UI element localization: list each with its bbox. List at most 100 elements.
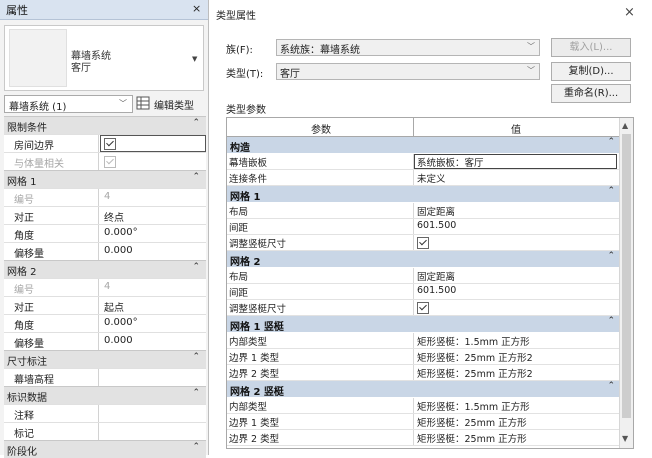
parameter-group-header[interactable]: 网格 2 竖梃 ⌃ — [227, 381, 619, 398]
parameter-row[interactable]: 边界 1 类型 矩形竖梃：25mm 正方形2 — [227, 349, 619, 365]
collapse-icon[interactable]: ⌃ — [192, 262, 200, 272]
collapse-icon[interactable]: ⌃ — [607, 251, 615, 261]
collapse-icon[interactable]: ⌃ — [192, 352, 200, 362]
property-value[interactable]: 0.000° — [104, 227, 138, 238]
collapse-icon[interactable]: ⌃ — [607, 381, 615, 391]
property-row[interactable]: 幕墙高程 — [4, 368, 206, 386]
parameter-row[interactable]: 边界 2 类型 矩形竖梃：25mm 正方形 — [227, 430, 619, 446]
property-row[interactable]: 标记 — [4, 422, 206, 440]
chevron-down-icon[interactable]: ▼ — [192, 55, 197, 63]
close-icon[interactable]: × — [192, 2, 201, 15]
property-group-header[interactable]: 限制条件 ⌃ — [4, 116, 206, 134]
parameter-value[interactable]: 矩形竖梃：25mm 正方形 — [417, 431, 527, 445]
type-dropdown[interactable]: 客厅 ﹀ — [276, 63, 540, 80]
parameter-checkbox[interactable] — [417, 301, 429, 316]
scroll-down-icon[interactable]: ▼ — [622, 434, 628, 443]
parameter-row[interactable]: 边界 1 类型 矩形竖梃：25mm 正方形 — [227, 414, 619, 430]
parameter-value[interactable]: 未定义 — [417, 171, 446, 185]
parameter-row[interactable]: 布局 固定距离 — [227, 268, 619, 284]
rename-button[interactable]: 重命名(R)... — [551, 84, 631, 103]
parameter-value[interactable]: 矩形竖梃：25mm 正方形2 — [417, 350, 533, 364]
property-name: 角度 — [14, 321, 34, 332]
property-row[interactable]: 对正 起点 — [4, 296, 206, 314]
parameter-row[interactable]: 间距 601.500 — [227, 219, 619, 235]
parameter-row[interactable]: 连接条件 未定义 — [227, 170, 619, 186]
parameter-value[interactable]: 矩形竖梃：25mm 正方形2 — [417, 366, 533, 380]
parameter-row[interactable]: 布局 固定距离 — [227, 203, 619, 219]
parameter-value[interactable]: 矩形竖梃：25mm 正方形 — [417, 415, 527, 429]
parameter-group-header[interactable]: 构造 ⌃ — [227, 137, 619, 154]
collapse-icon[interactable]: ⌃ — [607, 186, 615, 196]
property-row[interactable]: 角度 0.000° — [4, 224, 206, 242]
property-value[interactable]: 0.000 — [104, 245, 133, 256]
collapse-icon[interactable]: ⌃ — [607, 137, 615, 147]
parameter-row[interactable]: 幕墙嵌板 系统嵌板：客厅 — [227, 154, 619, 170]
parameter-checkbox[interactable] — [417, 236, 429, 251]
scroll-up-icon[interactable]: ▲ — [622, 121, 628, 130]
chevron-down-icon[interactable]: ﹀ — [119, 98, 127, 109]
property-row[interactable]: 房间边界 — [4, 134, 206, 152]
collapse-icon[interactable]: ⌃ — [607, 316, 615, 326]
property-row[interactable]: 角度 0.000° — [4, 314, 206, 332]
parameter-value[interactable]: 601.500 — [417, 285, 456, 296]
instance-filter-value: 幕墙系统 (1) — [9, 102, 67, 113]
property-group-header[interactable]: 标识数据 ⌃ — [4, 386, 206, 404]
vertical-scrollbar[interactable]: ▲ ▼ — [619, 118, 633, 448]
duplicate-button[interactable]: 复制(D)... — [551, 62, 631, 81]
property-checkbox[interactable] — [104, 137, 116, 152]
property-row[interactable]: 对正 终点 — [4, 206, 206, 224]
column-divider — [413, 219, 414, 234]
property-row[interactable]: 编号 4 — [4, 278, 206, 296]
property-value[interactable]: 0.000° — [104, 317, 138, 328]
parameter-row[interactable]: 边界 2 类型 矩形竖梃：25mm 正方形2 — [227, 365, 619, 381]
parameter-row[interactable]: 内部类型 矩形竖梃：1.5mm 正方形 — [227, 398, 619, 414]
collapse-icon[interactable]: ⌃ — [192, 442, 200, 452]
parameter-row[interactable]: 调整竖梃尺寸 — [227, 235, 619, 251]
parameter-value[interactable]: 固定距离 — [417, 204, 455, 218]
column-divider — [413, 268, 414, 283]
parameter-group-header[interactable]: 网格 1 竖梃 ⌃ — [227, 316, 619, 333]
parameter-row[interactable]: 内部类型 矩形竖梃：1.5mm 正方形 — [227, 333, 619, 349]
instance-filter-dropdown[interactable]: 幕墙系统 (1) ﹀ — [4, 95, 133, 113]
chevron-down-icon: ﹀ — [527, 42, 535, 51]
type-value: 客厅 — [280, 69, 300, 80]
edit-type-button[interactable]: 编辑类型 — [134, 94, 206, 112]
column-divider — [413, 203, 414, 218]
parameter-value[interactable]: 系统嵌板：客厅 — [417, 155, 484, 169]
scroll-thumb[interactable] — [622, 134, 631, 418]
parameter-value[interactable]: 矩形竖梃：1.5mm 正方形 — [417, 399, 530, 413]
property-value[interactable]: 0.000 — [104, 335, 133, 346]
property-group-header[interactable]: 阶段化 ⌃ — [4, 440, 206, 458]
parameter-value[interactable]: 矩形竖梃：1.5mm 正方形 — [417, 334, 530, 348]
column-header-parameter[interactable]: 参数 — [311, 121, 331, 136]
type-preview-selector[interactable]: 幕墙系统 客厅 ▼ — [4, 25, 204, 91]
column-divider[interactable] — [413, 118, 414, 136]
parameter-value[interactable]: 固定距离 — [417, 269, 455, 283]
property-row[interactable]: 偏移量 0.000 — [4, 242, 206, 260]
property-row[interactable]: 注释 — [4, 404, 206, 422]
parameter-row[interactable]: 调整竖梃尺寸 — [227, 300, 619, 316]
parameter-group-header[interactable]: 网格 1 ⌃ — [227, 186, 619, 203]
collapse-icon[interactable]: ⌃ — [192, 388, 200, 398]
group-label: 网格 2 — [7, 267, 37, 278]
column-divider — [413, 349, 414, 364]
property-group-header[interactable]: 网格 2 ⌃ — [4, 260, 206, 278]
property-row[interactable]: 与体量相关 — [4, 152, 206, 170]
parameter-value[interactable]: 601.500 — [417, 220, 456, 231]
close-icon[interactable]: × — [624, 5, 635, 20]
family-dropdown[interactable]: 系统族：幕墙系统 ﹀ — [276, 39, 540, 56]
collapse-icon[interactable]: ⌃ — [192, 118, 200, 128]
parameter-row[interactable]: 间距 601.500 — [227, 284, 619, 300]
property-value: 4 — [104, 191, 111, 202]
property-group-header[interactable]: 网格 1 ⌃ — [4, 170, 206, 188]
property-row[interactable]: 偏移量 0.000 — [4, 332, 206, 350]
properties-header[interactable]: 属性 × — [0, 0, 208, 20]
property-value[interactable]: 起点 — [104, 299, 124, 314]
property-value[interactable]: 终点 — [104, 209, 124, 224]
parameter-group-header[interactable]: 网格 2 ⌃ — [227, 251, 619, 268]
property-row[interactable]: 编号 4 — [4, 188, 206, 206]
column-header-value[interactable]: 值 — [511, 121, 521, 136]
collapse-icon[interactable]: ⌃ — [192, 172, 200, 182]
property-group-header[interactable]: 尺寸标注 ⌃ — [4, 350, 206, 368]
load-button[interactable]: 载入(L)... — [551, 38, 631, 57]
